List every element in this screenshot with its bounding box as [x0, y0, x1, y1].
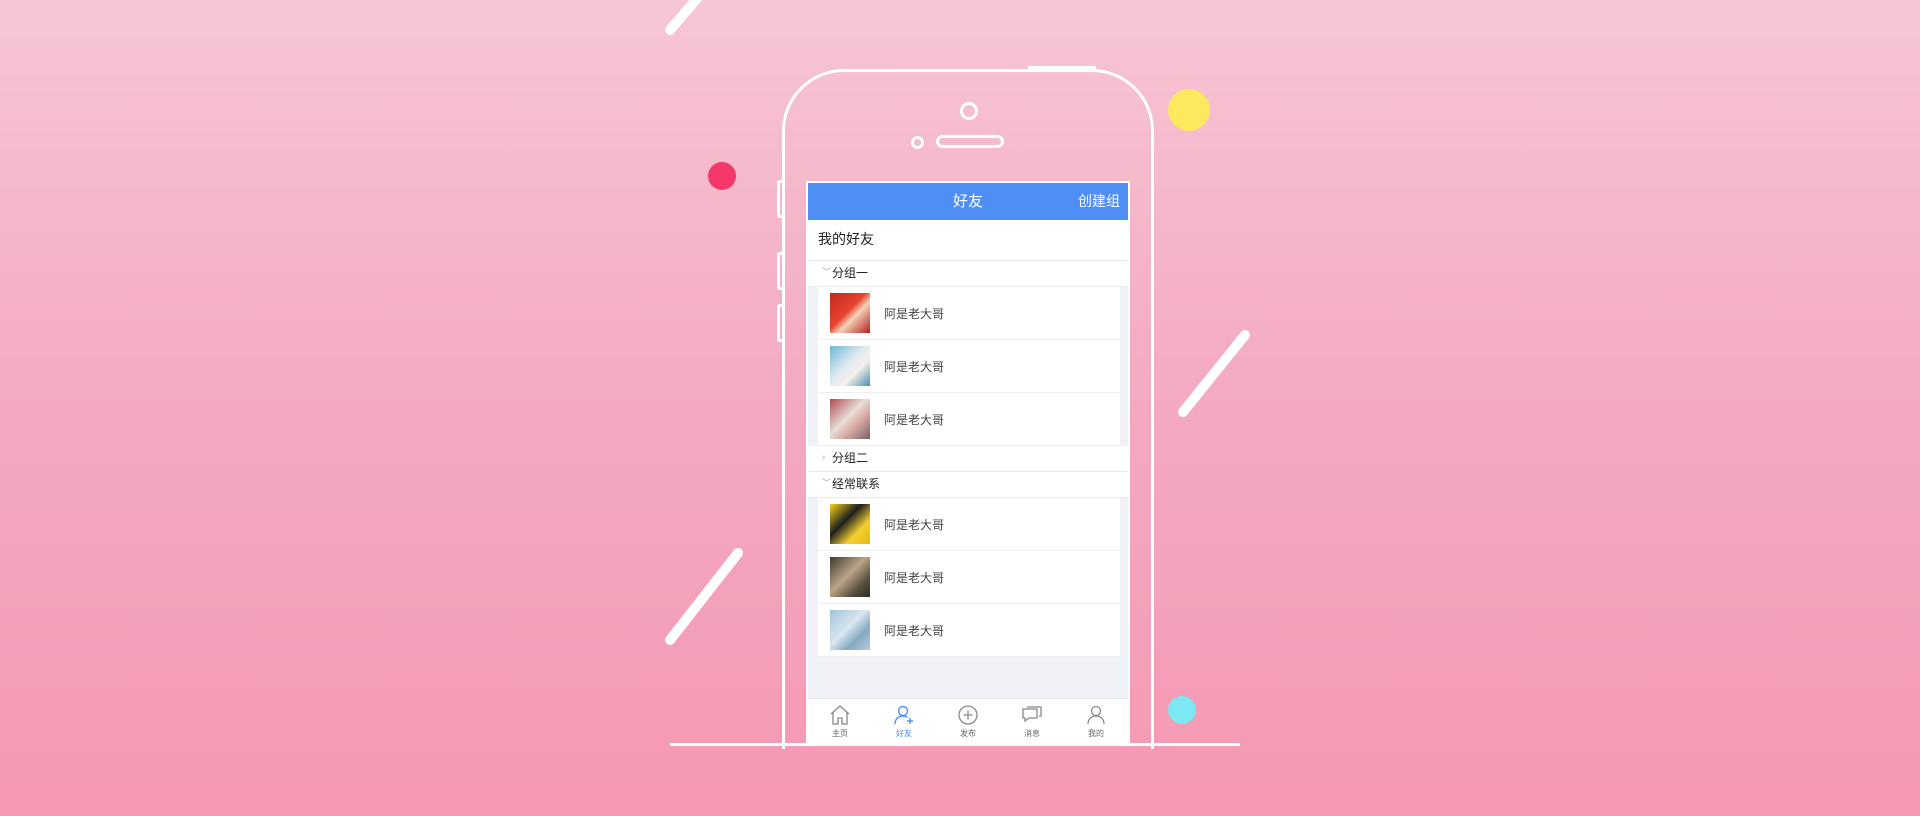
- plus-circle-icon: [958, 705, 978, 725]
- phone-camera: [960, 102, 978, 120]
- message-icon: [1022, 706, 1042, 723]
- friend-row[interactable]: 阿是老大哥: [818, 551, 1120, 604]
- tab-label: 发布: [960, 729, 976, 738]
- friend-row[interactable]: 阿是老大哥: [818, 498, 1120, 551]
- phone-side-button: [777, 304, 783, 342]
- friend-row[interactable]: 阿是老大哥: [818, 287, 1120, 340]
- create-group-button[interactable]: 创建组: [1078, 191, 1120, 211]
- phone-sensor: [911, 136, 924, 149]
- avatar: [830, 557, 870, 597]
- tab-bar: 主页 好友 发布 消息 我的: [808, 698, 1128, 743]
- home-icon: [830, 705, 850, 725]
- phone-speaker: [936, 135, 1004, 148]
- phone-top-button: [1028, 66, 1096, 71]
- tab-mine[interactable]: 我的: [1064, 699, 1128, 743]
- friend-name: 阿是老大哥: [884, 570, 945, 585]
- friend-name: 阿是老大哥: [884, 623, 945, 638]
- group-header[interactable]: › 分组二: [808, 446, 1128, 472]
- group-name: 分组一: [832, 266, 869, 280]
- chevron-down-icon: ﹀: [822, 268, 832, 278]
- tab-friends[interactable]: 好友: [872, 699, 936, 743]
- tab-messages[interactable]: 消息: [1000, 699, 1064, 743]
- decorative-dot-red: [708, 162, 736, 190]
- friend-name: 阿是老大哥: [884, 359, 945, 374]
- group-header[interactable]: ﹀ 分组一: [808, 261, 1128, 287]
- group-name: 分组二: [832, 451, 869, 465]
- nav-bar: 好友 创建组: [808, 181, 1128, 220]
- phone-side-button: [777, 180, 783, 218]
- ground-line: [670, 743, 1240, 746]
- tab-home[interactable]: 主页: [808, 699, 872, 743]
- chevron-down-icon: ﹀: [822, 479, 832, 489]
- group-name: 经常联系: [832, 477, 881, 491]
- friend-name: 阿是老大哥: [884, 412, 945, 427]
- avatar: [830, 293, 870, 333]
- add-friend-icon: [894, 705, 913, 725]
- tab-label: 好友: [896, 729, 912, 738]
- group-header[interactable]: ﹀ 经常联系: [808, 472, 1128, 498]
- friend-row[interactable]: 阿是老大哥: [818, 604, 1120, 657]
- user-icon: [1087, 705, 1105, 725]
- friend-row[interactable]: 阿是老大哥: [818, 393, 1120, 446]
- decorative-dot-cyan: [1168, 696, 1196, 724]
- avatar: [830, 610, 870, 650]
- decorative-dot-yellow: [1168, 89, 1210, 131]
- tab-publish[interactable]: 发布: [936, 699, 1000, 743]
- avatar: [830, 399, 870, 439]
- tab-label: 消息: [1024, 729, 1040, 738]
- avatar: [830, 504, 870, 544]
- tab-label: 主页: [832, 729, 848, 738]
- section-title: 我的好友: [808, 220, 1128, 261]
- friend-name: 阿是老大哥: [884, 517, 945, 532]
- tab-label: 我的: [1088, 729, 1104, 738]
- avatar: [830, 346, 870, 386]
- chevron-right-icon: ›: [822, 453, 826, 463]
- friend-row[interactable]: 阿是老大哥: [818, 340, 1120, 393]
- phone-side-button: [777, 252, 783, 290]
- app-screen: 好友 创建组 我的好友 ﹀ 分组一 阿是老大哥 阿是老大哥 阿是老大哥 › 分组…: [806, 181, 1130, 743]
- friend-name: 阿是老大哥: [884, 306, 945, 321]
